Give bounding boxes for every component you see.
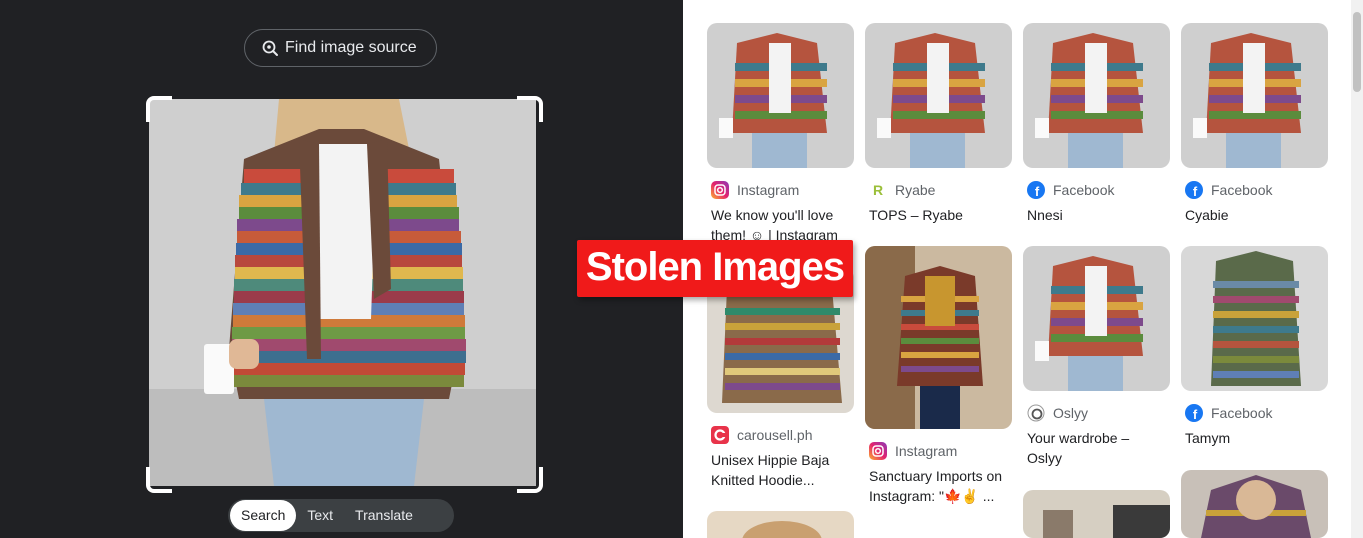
tab-text[interactable]: Text: [296, 500, 344, 531]
result-thumbnail[interactable]: [1023, 246, 1170, 391]
svg-text:f: f: [1193, 184, 1198, 199]
carousell-icon: [711, 426, 729, 444]
instagram-icon: [711, 181, 729, 199]
result-source: Facebook: [1211, 182, 1273, 198]
result-title[interactable]: We know you'll love them! ☺ | Instagram: [711, 205, 851, 245]
scrollbar[interactable]: [1351, 0, 1363, 538]
result-source: Oslyy: [1053, 405, 1088, 421]
result-thumbnail[interactable]: [1181, 470, 1328, 538]
find-image-source-label: Find image source: [285, 39, 417, 56]
result-card[interactable]: Oslyy Your wardrobe – Oslyy: [1023, 246, 1170, 468]
result-source: Instagram: [895, 443, 958, 459]
result-thumbnail[interactable]: [865, 23, 1012, 168]
result-thumbnail[interactable]: [1181, 23, 1328, 168]
result-thumbnail[interactable]: [707, 511, 854, 538]
result-card[interactable]: Instagram We know you'll love them! ☺ | …: [707, 23, 854, 245]
result-card[interactable]: f Facebook Nnesi: [1023, 23, 1170, 225]
mode-tabs: Search Text Translate: [228, 499, 454, 532]
facebook-icon: f: [1185, 181, 1203, 199]
lens-search-icon: [262, 40, 278, 56]
crop-handle-bottom-left[interactable]: [146, 467, 172, 493]
tab-translate[interactable]: Translate: [344, 500, 424, 531]
svg-text:R: R: [873, 182, 883, 198]
result-card[interactable]: f Facebook Tamym: [1181, 246, 1328, 448]
result-source: Facebook: [1211, 405, 1273, 421]
stolen-images-banner: Stolen Images: [577, 240, 853, 297]
instagram-icon: [869, 442, 887, 460]
result-title[interactable]: Nnesi: [1027, 205, 1167, 225]
result-source: carousell.ph: [737, 427, 813, 443]
facebook-icon: f: [1185, 404, 1203, 422]
result-source: Ryabe: [895, 182, 936, 198]
crop-handle-top-left[interactable]: [146, 96, 172, 122]
find-image-source-button[interactable]: Find image source: [244, 29, 437, 67]
result-title[interactable]: Cyabie: [1185, 205, 1325, 225]
tab-search[interactable]: Search: [230, 500, 297, 531]
result-thumbnail[interactable]: [865, 246, 1012, 429]
result-thumbnail[interactable]: [1181, 246, 1328, 391]
query-image: [149, 99, 536, 486]
result-card[interactable]: R Ryabe TOPS – Ryabe: [865, 23, 1012, 225]
result-card[interactable]: f Facebook Cyabie: [1181, 23, 1328, 225]
result-title[interactable]: TOPS – Ryabe: [869, 205, 1009, 225]
result-thumbnail[interactable]: [707, 23, 854, 168]
result-title[interactable]: Tamym: [1185, 428, 1325, 448]
result-title[interactable]: Your wardrobe – Oslyy: [1027, 428, 1167, 468]
result-card[interactable]: Instagram Sanctuary Imports on Instagram…: [865, 246, 1012, 506]
oslyy-icon: [1027, 404, 1045, 422]
result-card[interactable]: [1023, 490, 1170, 538]
result-card[interactable]: [707, 511, 854, 538]
result-source: Facebook: [1053, 182, 1115, 198]
facebook-icon: f: [1027, 181, 1045, 199]
result-source: Instagram: [737, 182, 800, 198]
result-card[interactable]: [1181, 470, 1328, 538]
crop-handle-bottom-right[interactable]: [517, 467, 543, 493]
result-title[interactable]: Unisex Hippie Baja Knitted Hoodie...: [711, 450, 851, 490]
result-thumbnail[interactable]: [1023, 23, 1170, 168]
svg-text:f: f: [1193, 407, 1198, 422]
ryabe-icon: R: [869, 181, 887, 199]
result-title[interactable]: Sanctuary Imports on Instagram: "🍁✌ ...: [869, 466, 1009, 506]
result-card[interactable]: carousell.ph Unisex Hippie Baja Knitted …: [707, 268, 854, 490]
svg-text:f: f: [1035, 184, 1040, 199]
crop-handle-top-right[interactable]: [517, 96, 543, 122]
scrollbar-thumb[interactable]: [1353, 12, 1361, 92]
result-thumbnail[interactable]: [1023, 490, 1170, 538]
